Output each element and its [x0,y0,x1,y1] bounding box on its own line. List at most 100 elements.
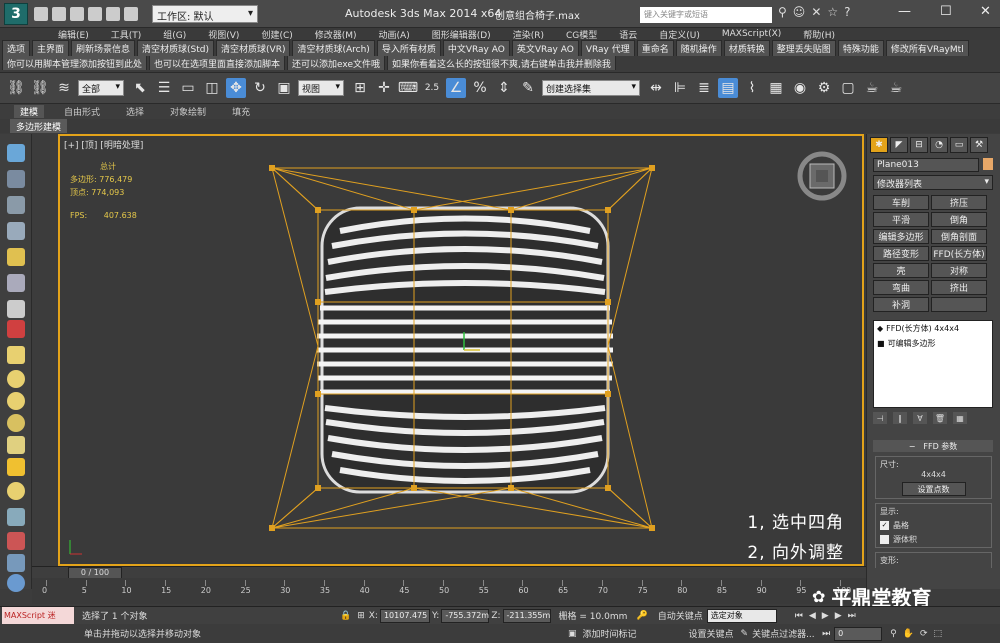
open-file-icon[interactable] [52,6,66,21]
modifier-button[interactable]: 弯曲 [873,280,929,295]
time-tag-icon[interactable]: ▣ [568,629,577,639]
mirror-icon[interactable]: ⇹ [646,78,666,98]
list-icon[interactable] [7,222,25,240]
lattice-checkbox[interactable]: ✓ 晶格 [880,520,987,531]
search-input[interactable]: 键入关键字或短语 [640,7,772,23]
maximize-viewport-icon[interactable]: ⬚ [934,629,943,639]
percent-snap-icon[interactable]: % [470,78,490,98]
plugin-button[interactable]: 英文VRay AO [511,40,579,56]
modifier-list-dropdown[interactable]: 修改器列表 ▾ [873,175,993,190]
geosphere-icon[interactable] [7,482,25,500]
object-name-field[interactable]: Plane013 [873,158,979,172]
undo-icon[interactable] [88,6,102,21]
menu-item[interactable]: 编辑(E) [58,28,89,41]
key-filter-icon[interactable]: ✎ [741,629,749,639]
pipe-icon[interactable] [7,274,25,292]
ribbon-tab[interactable]: 建模 [14,105,45,118]
gear-icon[interactable] [7,300,25,318]
plugin-button[interactable]: 材质转换 [723,40,770,56]
scene-explorer-icon[interactable] [7,170,25,188]
remove-modifier-icon[interactable]: 🗑 [933,412,947,424]
binoculars-icon[interactable]: ⚲ [778,5,787,19]
panel-icon[interactable] [7,196,25,214]
help-button[interactable]: ? [844,5,850,19]
cone-icon[interactable] [7,436,25,454]
object-color-swatch[interactable] [983,158,993,170]
menu-item[interactable]: MAXScript(X) [722,29,781,39]
plugin-button[interactable]: 也可以在选项里面直接添加脚本 [149,56,286,70]
stack-item[interactable]: ◆ FFD(长方体) 4x4x4 [874,321,992,336]
next-frame-icon[interactable]: ▶ [835,611,842,621]
modifier-stack[interactable]: ◆ FFD(长方体) 4x4x4 ■ 可编辑多边形 [873,320,993,408]
plugin-button[interactable]: 刷新场景信息 [71,40,136,56]
layer-manager-icon[interactable]: ≣ [694,78,714,98]
plugin-button[interactable]: 如果你看着这么长的按钮很不爽,请右键单击我并删除我 [387,56,616,70]
grid-icon[interactable] [7,508,25,526]
exchange-icon[interactable]: ✕ [811,5,821,19]
torus-icon[interactable] [7,414,25,432]
key-filters-button[interactable]: 关键点过滤器... [752,627,822,640]
stack-item[interactable]: ■ 可编辑多边形 [874,336,992,351]
material-editor-icon[interactable]: ◉ [790,78,810,98]
display-tab-icon[interactable]: ▭ [950,137,968,153]
make-unique-icon[interactable]: ∀ [913,412,927,424]
menu-item[interactable]: 语云 [619,28,637,41]
plugin-button[interactable]: 随机操作 [675,40,722,56]
stack-square-icon[interactable]: ■ [877,339,885,348]
viewport-label[interactable]: [+] [顶] [明暗处理] [64,138,143,151]
window-crossing-icon[interactable]: ◫ [202,78,222,98]
render-iterative-icon[interactable]: ☕ [886,78,906,98]
menu-item[interactable]: 创建(C) [261,28,292,41]
schematic-view-icon[interactable]: ▦ [766,78,786,98]
render-setup-icon[interactable]: ⚙ [814,78,834,98]
set-points-button[interactable]: 设置点数 [901,482,966,496]
sun-icon[interactable] [7,458,25,476]
y-coordinate-field[interactable]: -755.372m [441,608,490,623]
zoom-icon[interactable]: ⚲ [890,629,897,639]
new-file-icon[interactable] [34,6,48,21]
graphite-toggle-icon[interactable]: ▤ [718,78,738,98]
plugin-button[interactable]: 清空材质球(Std) [137,40,215,56]
ffd-params-rollout[interactable]: − FFD 参数 [873,440,993,452]
key-mode-icon[interactable]: ⏭ [822,629,830,639]
add-time-tag[interactable]: 添加时间标记 [583,627,689,640]
keyboard-shortcut-icon[interactable]: ⌨ [398,78,418,98]
plugin-button[interactable]: 特殊功能 [837,40,884,56]
plugin-button[interactable]: 清空材质球(Arch) [292,40,375,56]
app-logo-icon[interactable]: 3 [4,2,28,25]
menu-item[interactable]: 组(G) [163,28,186,41]
modifier-button[interactable]: 路径变形 [873,246,929,261]
edit-named-selection-icon[interactable]: ✎ [518,78,538,98]
plugin-button[interactable]: 主界面 [32,40,70,56]
user-icon[interactable]: ☺ [793,5,806,19]
rendered-frame-icon[interactable]: ▢ [838,78,858,98]
menu-item[interactable]: 工具(T) [111,28,142,41]
select-and-move-icon[interactable]: ✥ [226,78,246,98]
plugin-button[interactable]: 整理丢失贴图 [771,40,836,56]
prev-frame-icon[interactable]: ◀ [809,611,816,621]
unlink-icon[interactable]: ⛓ [30,78,50,98]
modifier-button[interactable]: 壳 [873,263,929,278]
reference-coord-dropdown[interactable]: 视图 ▾ [298,80,344,96]
plugin-button[interactable]: 选项 [2,40,31,56]
modifier-button[interactable]: 平滑 [873,212,929,227]
redo-icon[interactable] [106,6,120,21]
bind-space-warp-icon[interactable]: ≋ [54,78,74,98]
select-link-icon[interactable]: ⛓ [6,78,26,98]
absolute-mode-icon[interactable]: ⊞ [357,611,365,621]
ribbon-tab[interactable]: 选择 [120,105,150,118]
set-key-button[interactable]: 设置关键点 [689,627,741,640]
menu-item[interactable]: 图形编辑器(D) [432,28,491,41]
menu-item[interactable]: CG模型 [566,28,597,41]
select-manipulate-icon[interactable]: ✛ [374,78,394,98]
tab-polygon-modeling[interactable]: 多边形建模 [10,119,68,133]
pin-stack-icon[interactable]: ⊣ [873,412,887,424]
plugin-button[interactable]: 你可以用脚本管理添加按钮到此处 [2,56,148,70]
modifier-button[interactable]: 倒角 [931,212,987,227]
plugin-button[interactable]: 中文VRay AO [442,40,510,56]
select-object-icon[interactable]: ⬉ [130,78,150,98]
modifier-button[interactable]: 倒角剖面 [931,229,987,244]
viewport-canvas[interactable] [60,136,864,566]
selection-filter-dropdown[interactable]: 全部 ▾ [78,80,124,96]
configure-sets-icon[interactable]: ▦ [953,412,967,424]
